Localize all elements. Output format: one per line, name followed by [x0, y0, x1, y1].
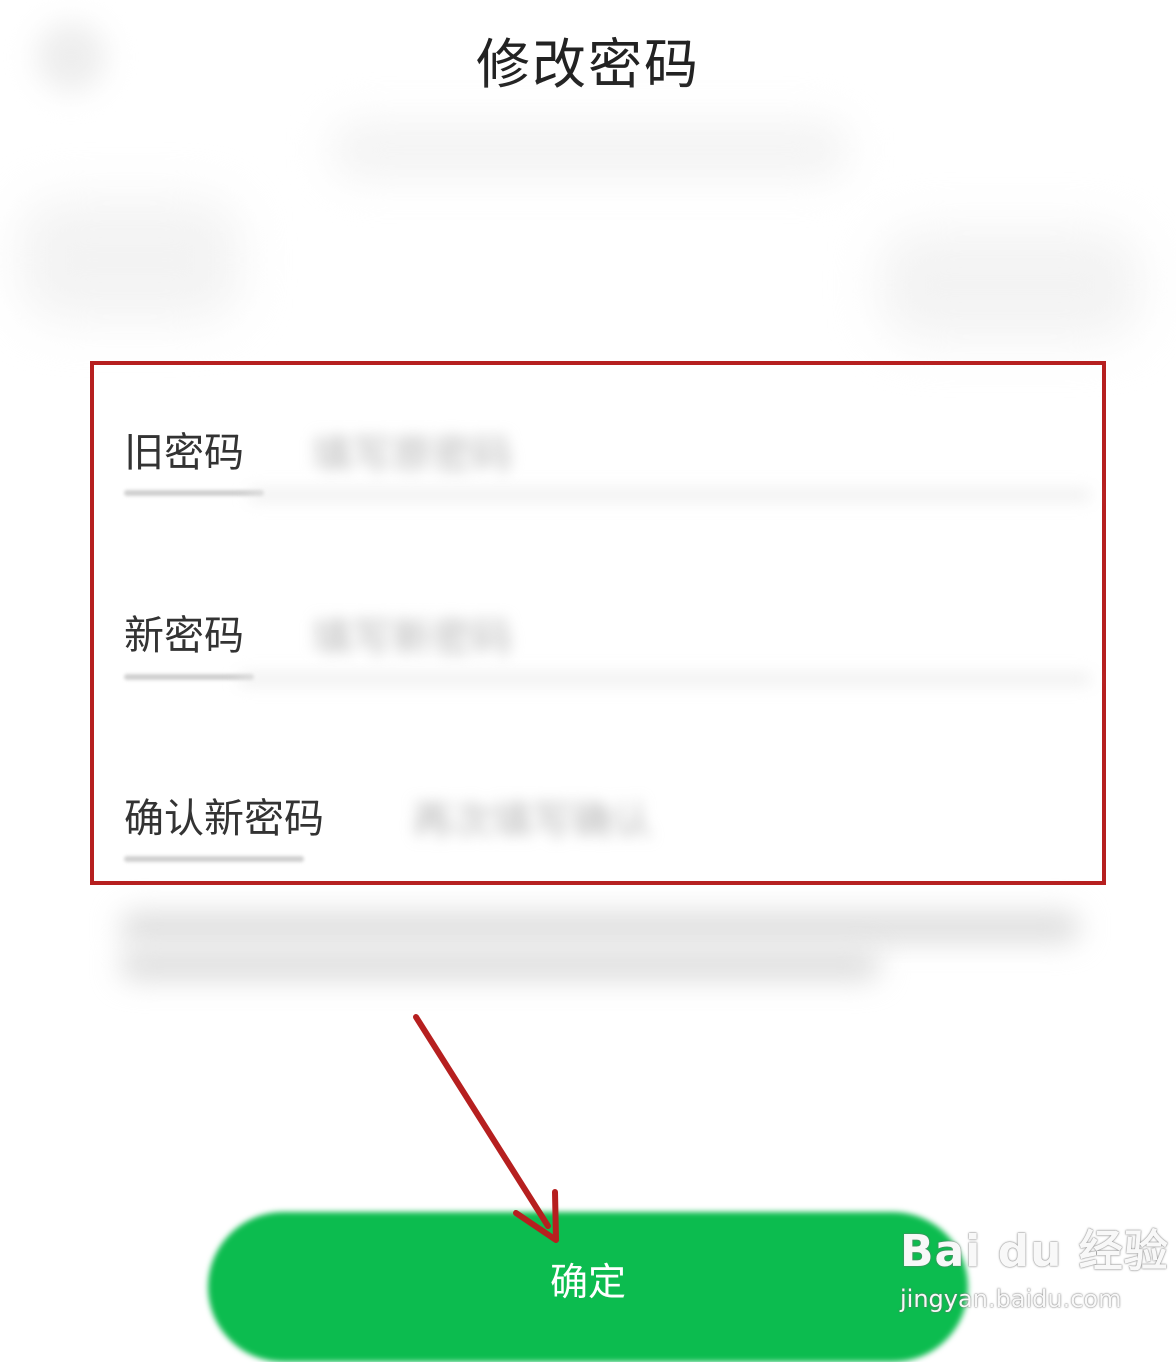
- baidu-watermark: Bai du 经验 jingyan.baidu.com: [900, 1215, 1169, 1313]
- old-password-input[interactable]: 填写原密码: [312, 422, 512, 480]
- annotation-arrow-shaft: [413, 1014, 551, 1229]
- new-password-label: 新密码: [124, 613, 244, 659]
- confirm-button-label: 确定: [549, 1260, 626, 1304]
- new-password-input[interactable]: 填写新密码: [312, 605, 512, 663]
- old-password-label: 旧密码: [124, 430, 244, 476]
- new-password-underline-blur: [240, 674, 1090, 684]
- blurred-background: [20, 200, 240, 320]
- old-password-underline: [124, 490, 264, 496]
- blurred-subtitle: [330, 120, 850, 180]
- watermark-url: jingyan.baidu.com: [900, 1285, 1122, 1313]
- confirm-password-input[interactable]: 再次填写确认: [412, 788, 652, 846]
- confirm-password-label: 确认新密码: [124, 796, 324, 842]
- new-password-underline: [124, 674, 254, 680]
- old-password-underline-blur: [250, 490, 1090, 500]
- page-title: 修改密码: [476, 33, 700, 96]
- blurred-background: [880, 230, 1140, 340]
- blurred-hint-line: [120, 912, 1080, 942]
- confirm-password-underline: [124, 856, 304, 862]
- watermark-brand: Bai du 经验: [900, 1226, 1169, 1277]
- blurred-hint-line: [120, 950, 880, 980]
